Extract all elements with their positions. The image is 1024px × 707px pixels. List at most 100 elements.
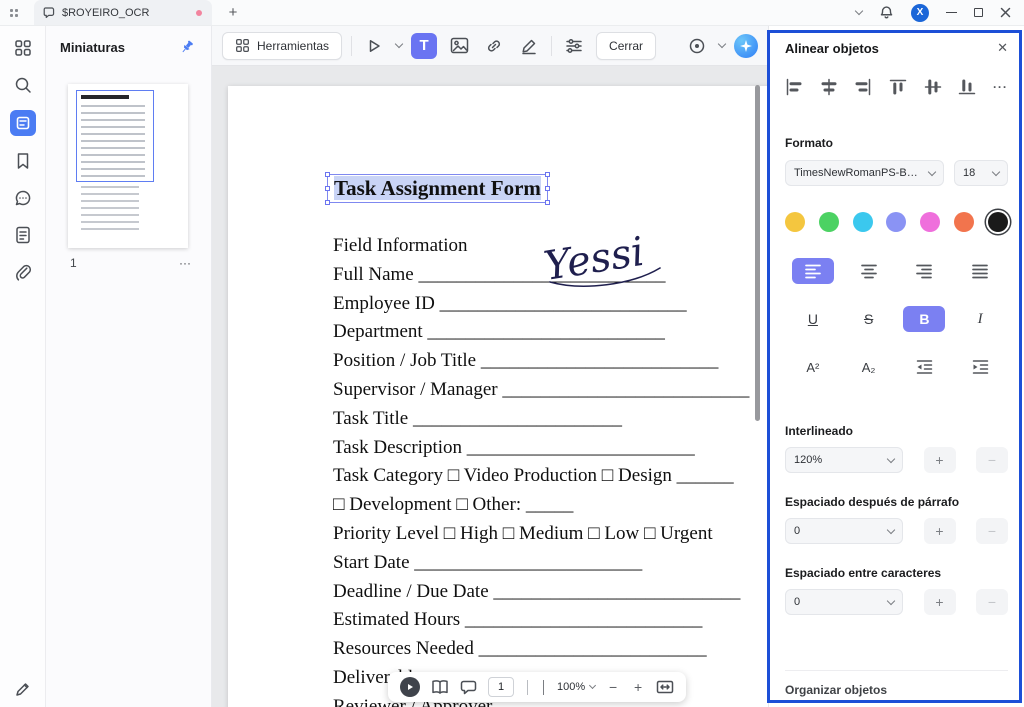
color-swatch-orange[interactable] [954, 212, 975, 232]
page-number-input[interactable]: 1 [488, 677, 514, 697]
color-swatch-pink[interactable] [920, 212, 941, 232]
minimize-button[interactable] [946, 7, 957, 19]
new-tab-button[interactable]: + [224, 4, 242, 21]
cerrar-button[interactable]: Cerrar [596, 31, 657, 60]
herramientas-button[interactable]: Herramientas [222, 31, 343, 60]
color-swatch-black-selected[interactable] [987, 212, 1008, 232]
doc-line: Deadline / Due Date ____________________… [333, 580, 741, 602]
selection-handle[interactable] [325, 200, 330, 205]
align-left-icon[interactable] [785, 78, 803, 96]
thumbnails-more-button[interactable]: ··· [179, 256, 191, 270]
vertical-scrollbar[interactable] [755, 85, 760, 421]
selection-handle[interactable] [325, 172, 330, 177]
doc-line: Position / Job Title ___________________… [333, 350, 719, 372]
line-spacing-decrease-button[interactable]: − [976, 447, 1008, 473]
line-spacing-select[interactable]: 120% [785, 447, 903, 473]
zoom-in-button[interactable]: + [631, 679, 645, 695]
text-align-justify-button[interactable] [959, 258, 1001, 284]
apps-grid-icon[interactable] [14, 39, 32, 57]
play-icon [408, 684, 413, 690]
selection-handle[interactable] [544, 185, 550, 191]
selection-handle[interactable] [325, 185, 330, 191]
sidebar-item-thumbnails[interactable] [9, 110, 36, 136]
paragraph-spacing-increase-button[interactable]: + [923, 518, 956, 544]
superscript-button[interactable]: A² [792, 354, 834, 380]
comments-icon[interactable] [14, 189, 32, 207]
font-family-select[interactable]: TimesNewRomanPS-Bol... [785, 160, 944, 186]
color-swatch-yellow[interactable] [785, 212, 805, 232]
annotations-icon[interactable] [15, 226, 31, 244]
snapshot-chevron-icon[interactable] [717, 39, 727, 49]
increase-indent-button[interactable] [959, 354, 1001, 380]
font-size-select[interactable]: 18 [954, 160, 1008, 186]
text-align-center-button[interactable] [848, 258, 890, 284]
separator [351, 35, 353, 56]
italic-button[interactable]: I [959, 306, 1001, 332]
align-icons-row: ··· [785, 78, 1008, 96]
doc-line: Priority Level □ High □ Medium □ Low □ U… [333, 522, 713, 544]
doc-line: Supervisor / Manager ___________________… [333, 378, 750, 400]
selection-handle[interactable] [544, 172, 550, 177]
sign-tool-button[interactable] [516, 33, 542, 59]
character-spacing-select[interactable]: 0 [785, 589, 903, 615]
decrease-indent-button[interactable] [903, 354, 945, 380]
attachments-icon[interactable] [14, 263, 32, 281]
previous-page-button[interactable] [525, 678, 530, 696]
color-swatch-cyan[interactable] [852, 212, 873, 232]
select-tool-chevron-icon[interactable] [394, 39, 404, 49]
subscript-button[interactable]: A₂ [848, 354, 890, 380]
next-page-button[interactable] [541, 678, 546, 696]
line-spacing-increase-button[interactable]: + [923, 447, 956, 473]
image-tool-button[interactable] [446, 33, 472, 59]
ai-assistant-button[interactable] [734, 33, 758, 58]
panel-close-button[interactable]: ✕ [997, 40, 1008, 56]
link-tool-button[interactable] [481, 33, 507, 59]
color-swatch-green[interactable] [818, 212, 839, 232]
adjust-tool-button[interactable] [561, 33, 587, 59]
align-top-icon[interactable] [889, 78, 907, 96]
read-mode-icon[interactable] [431, 679, 449, 695]
maximize-button[interactable] [974, 8, 983, 17]
edit-pen-icon[interactable] [14, 680, 32, 698]
character-spacing-label: Espaciado entre caracteres [785, 566, 942, 580]
zoom-out-button[interactable]: − [606, 679, 620, 695]
align-middle-vertical-icon[interactable] [924, 78, 942, 96]
select-tool-button[interactable] [361, 33, 387, 59]
doc-line: Department _________________________ [333, 321, 665, 343]
align-more-button[interactable]: ··· [993, 80, 1008, 94]
align-right-icon[interactable] [854, 78, 872, 96]
notification-bell-icon[interactable] [879, 5, 894, 20]
character-spacing-decrease-button[interactable]: − [976, 589, 1008, 615]
text-tool-button[interactable]: T [411, 32, 438, 59]
pin-icon[interactable] [179, 39, 195, 55]
handwritten-signature[interactable]: Yessi [534, 224, 684, 294]
underline-button[interactable]: U [792, 306, 834, 332]
snapshot-tool-button[interactable] [684, 33, 710, 59]
organize-objects-label[interactable]: Organizar objetos [785, 670, 1008, 697]
pdf-page[interactable]: Task Assignment Form Field Information F… [228, 86, 768, 707]
presentation-button[interactable] [400, 677, 420, 697]
zoom-select[interactable]: 100% [557, 681, 597, 693]
character-spacing-increase-button[interactable]: + [923, 589, 956, 615]
document-tab[interactable]: $ROYEIRO_OCR [34, 0, 212, 25]
user-avatar[interactable]: X [911, 3, 929, 22]
comment-bubble-icon[interactable] [460, 679, 477, 695]
page-thumbnail[interactable] [68, 84, 188, 248]
bold-button[interactable]: B [903, 306, 946, 332]
titlebar-chevron-icon[interactable] [854, 6, 864, 16]
paragraph-spacing-select[interactable]: 0 [785, 518, 903, 544]
selected-text-block[interactable]: Task Assignment Form [325, 172, 550, 205]
fit-width-icon[interactable] [656, 680, 674, 694]
align-center-horizontal-icon[interactable] [820, 78, 838, 96]
search-icon[interactable] [14, 76, 32, 94]
align-bottom-icon[interactable] [958, 78, 976, 96]
close-button[interactable] [1000, 7, 1011, 18]
text-align-right-button[interactable] [903, 258, 945, 284]
paragraph-spacing-decrease-button[interactable]: − [976, 518, 1008, 544]
text-align-left-button[interactable] [791, 258, 834, 284]
strikethrough-button[interactable]: S [848, 306, 890, 332]
bookmark-icon[interactable] [15, 152, 31, 170]
selection-handle[interactable] [544, 200, 550, 205]
app-menu-icon[interactable] [10, 8, 20, 17]
color-swatch-periwinkle[interactable] [886, 212, 907, 232]
